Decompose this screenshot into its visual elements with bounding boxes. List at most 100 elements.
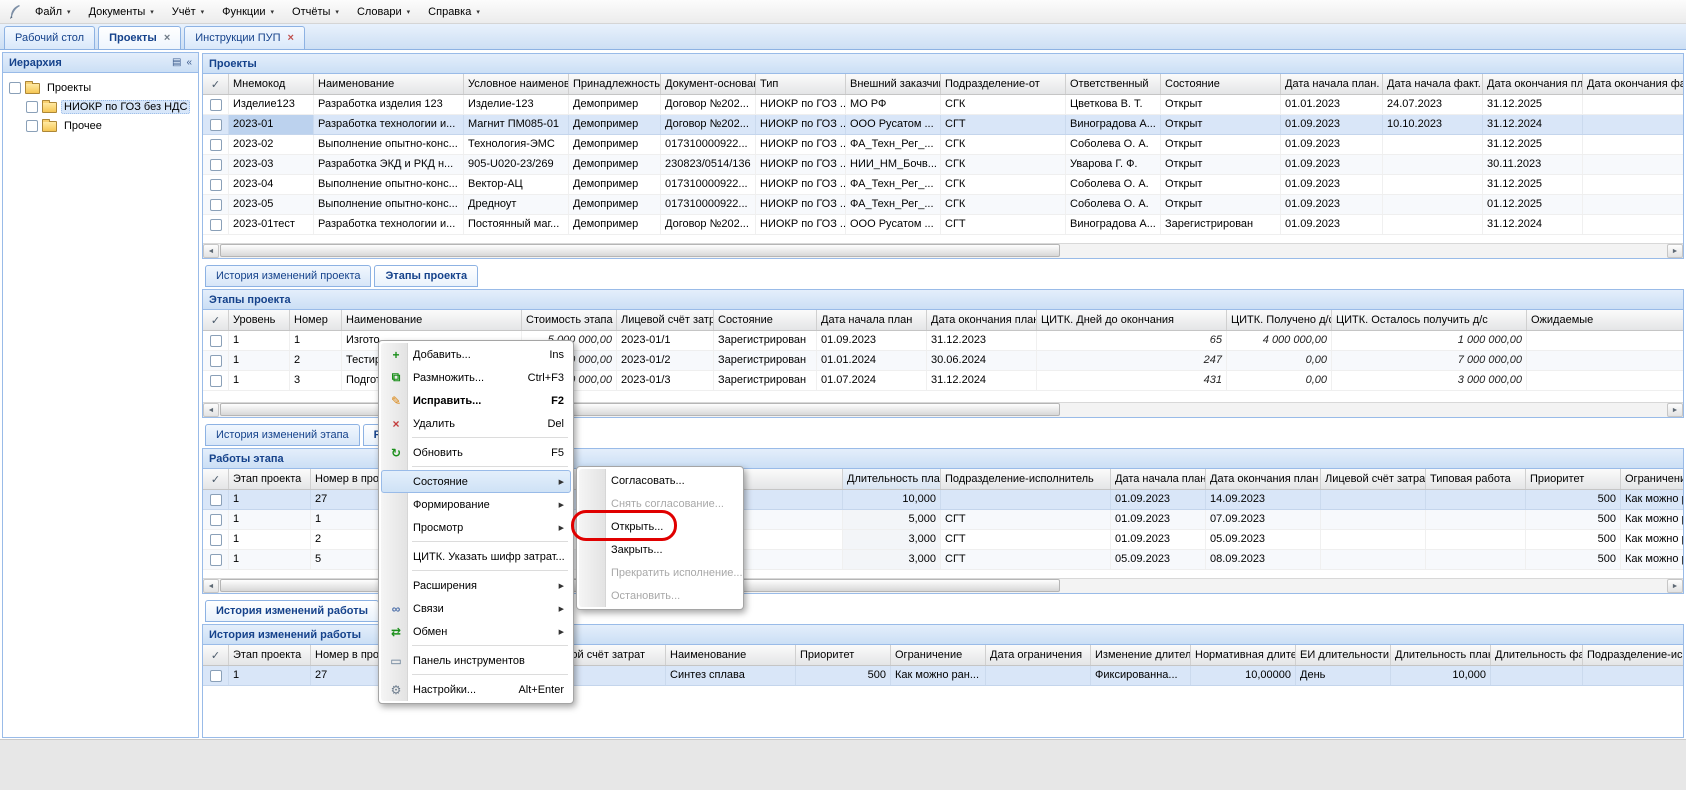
column-header[interactable]: Дата окончания план xyxy=(927,310,1037,330)
column-header[interactable]: Дата окончания пл. xyxy=(1483,74,1583,94)
menu-item-toolbar[interactable]: ▭Панель инструментов xyxy=(381,649,571,672)
tree-node[interactable]: Прочее xyxy=(5,116,196,135)
row-checkbox[interactable] xyxy=(210,375,222,387)
column-header[interactable]: Дата окончания план xyxy=(1206,469,1321,489)
scroll-left-icon[interactable]: ◄ xyxy=(203,579,219,593)
horizontal-scrollbar[interactable]: ◄ ► xyxy=(203,243,1683,258)
column-header[interactable]: Изменение длительности xyxy=(1091,645,1191,665)
menu-file[interactable]: Файл▾ xyxy=(26,2,80,22)
menu-item-links[interactable]: ∞Связи▶ xyxy=(381,597,571,620)
column-header[interactable]: Дата ограничения xyxy=(986,645,1091,665)
select-column-header[interactable]: ✓ xyxy=(203,645,229,665)
menu-reports[interactable]: Отчёты▾ xyxy=(283,2,348,22)
column-header[interactable]: Длительность план xyxy=(1391,645,1491,665)
tree-node[interactable]: НИОКР по ГОЗ без НДС xyxy=(5,97,196,116)
column-header[interactable]: ЦИТК. Получено д/с xyxy=(1227,310,1332,330)
table-row[interactable]: Изделие123Разработка изделия 123Изделие-… xyxy=(203,95,1683,115)
menu-item-edit[interactable]: ✎Исправить...F2 xyxy=(381,389,571,412)
row-checkbox[interactable] xyxy=(210,119,222,131)
column-header[interactable]: Внешний заказчик xyxy=(846,74,941,94)
scroll-left-icon[interactable]: ◄ xyxy=(203,244,219,258)
row-checkbox[interactable] xyxy=(210,355,222,367)
column-header[interactable]: ЦИТК. Осталось получить д/с xyxy=(1332,310,1527,330)
menu-item-formation[interactable]: Формирование▶ xyxy=(381,493,571,516)
select-column-header[interactable]: ✓ xyxy=(203,310,229,330)
panel-tab[interactable]: История изменений проекта xyxy=(205,265,371,287)
row-checkbox[interactable] xyxy=(210,99,222,111)
menu-item-exchange[interactable]: ⇄Обмен▶ xyxy=(381,620,571,643)
scroll-track[interactable] xyxy=(219,244,1667,258)
menu-help[interactable]: Справка▾ xyxy=(419,2,489,22)
column-header[interactable]: Номер в проекте xyxy=(311,645,386,665)
row-checkbox[interactable] xyxy=(210,139,222,151)
tab-pup-instructions[interactable]: Инструкции ПУП× xyxy=(184,26,305,49)
column-header[interactable]: Дата начала факт. xyxy=(1383,74,1483,94)
menu-item-view[interactable]: Просмотр▶ xyxy=(381,516,571,539)
scroll-right-icon[interactable]: ► xyxy=(1667,244,1683,258)
column-header[interactable]: Уровень xyxy=(229,310,290,330)
column-header[interactable]: Ограничение xyxy=(1621,469,1683,489)
select-column-header[interactable]: ✓ xyxy=(203,74,229,94)
table-row[interactable]: 2023-04Выполнение опытно-конс...Вектор-А… xyxy=(203,175,1683,195)
panel-tab[interactable]: История изменений работы xyxy=(205,600,379,622)
menu-item-add[interactable]: +Добавить...Ins xyxy=(381,343,571,366)
scroll-left-icon[interactable]: ◄ xyxy=(203,403,219,417)
column-header[interactable]: Номер xyxy=(290,310,342,330)
menu-item-delete[interactable]: ×УдалитьDel xyxy=(381,412,571,435)
column-header[interactable]: Этап проекта xyxy=(229,645,311,665)
menu-functions[interactable]: Функции▾ xyxy=(213,2,283,22)
scroll-right-icon[interactable]: ► xyxy=(1667,403,1683,417)
table-row[interactable]: 2023-01Разработка технологии и...Магнит … xyxy=(203,115,1683,135)
column-header[interactable]: Тип xyxy=(756,74,846,94)
table-row[interactable]: 2023-03Разработка ЭКД и РКД н...905-U020… xyxy=(203,155,1683,175)
column-header[interactable]: ЕИ длительности xyxy=(1296,645,1391,665)
panel-tab[interactable]: История изменений этапа xyxy=(205,424,360,446)
tab-projects[interactable]: Проекты× xyxy=(98,26,181,49)
column-header[interactable]: Длительность план▼ xyxy=(843,469,941,489)
column-header[interactable]: Лицевой счёт затрат xyxy=(617,310,714,330)
row-checkbox[interactable] xyxy=(210,159,222,171)
column-header[interactable]: Ответственный xyxy=(1066,74,1161,94)
column-header[interactable]: Ожидаемые xyxy=(1527,310,1683,330)
column-header[interactable]: Этап проекта xyxy=(229,469,311,489)
collapse-icon[interactable]: « xyxy=(186,57,192,68)
menu-item-approve[interactable]: Согласовать... xyxy=(579,469,741,492)
select-column-header[interactable]: ✓ xyxy=(203,469,229,489)
table-row[interactable]: 2023-02Выполнение опытно-конс...Технолог… xyxy=(203,135,1683,155)
column-header[interactable]: Наименование xyxy=(314,74,464,94)
node-checkbox[interactable] xyxy=(26,101,38,113)
column-header[interactable]: ЦИТК. Дней до окончания xyxy=(1037,310,1227,330)
menu-item-open[interactable]: Открыть... xyxy=(579,515,741,538)
column-header[interactable]: Дата начала план. xyxy=(1281,74,1383,94)
column-header[interactable]: Лицевой счёт затрат xyxy=(1321,469,1426,489)
menu-item-refresh[interactable]: ↻ОбновитьF5 xyxy=(381,441,571,464)
column-header[interactable]: Нормативная длительность xyxy=(1191,645,1296,665)
scroll-thumb[interactable] xyxy=(220,403,1060,416)
row-checkbox[interactable] xyxy=(210,179,222,191)
column-header[interactable]: Наименование xyxy=(342,310,522,330)
menu-item-state[interactable]: Состояние▶ xyxy=(381,470,571,493)
tab-desktop[interactable]: Рабочий стол xyxy=(4,26,95,49)
menu-item-citk-cost-code[interactable]: ЦИТК. Указать шифр затрат... xyxy=(381,545,571,568)
menu-item-duplicate[interactable]: ⧉Размножить...Ctrl+F3 xyxy=(381,366,571,389)
scroll-right-icon[interactable]: ► xyxy=(1667,579,1683,593)
row-checkbox[interactable] xyxy=(210,199,222,211)
close-tab-icon[interactable]: × xyxy=(288,33,294,44)
column-header[interactable]: Приоритет xyxy=(796,645,891,665)
column-header[interactable]: Длительность факт xyxy=(1491,645,1583,665)
column-header[interactable]: Ограничение xyxy=(891,645,986,665)
table-row[interactable]: 2023-01тестРазработка технологии и...Пос… xyxy=(203,215,1683,235)
menu-accounting[interactable]: Учёт▾ xyxy=(163,2,213,22)
column-header[interactable]: Наименование xyxy=(666,645,796,665)
find-icon[interactable]: ▤ xyxy=(172,57,181,68)
column-header[interactable]: Принадлежность xyxy=(569,74,661,94)
menu-dictionaries[interactable]: Словари▾ xyxy=(348,2,419,22)
column-header[interactable]: Состояние xyxy=(1161,74,1281,94)
close-tab-icon[interactable]: × xyxy=(164,33,170,44)
row-checkbox[interactable] xyxy=(210,219,222,231)
column-header[interactable]: Приоритет xyxy=(1526,469,1621,489)
column-header[interactable]: Мнемокод xyxy=(229,74,314,94)
menu-item-settings[interactable]: ⚙Настройки...Alt+Enter xyxy=(381,678,571,701)
column-header[interactable]: Дата окончания факт. xyxy=(1583,74,1683,94)
column-header[interactable]: Типовая работа xyxy=(1426,469,1526,489)
